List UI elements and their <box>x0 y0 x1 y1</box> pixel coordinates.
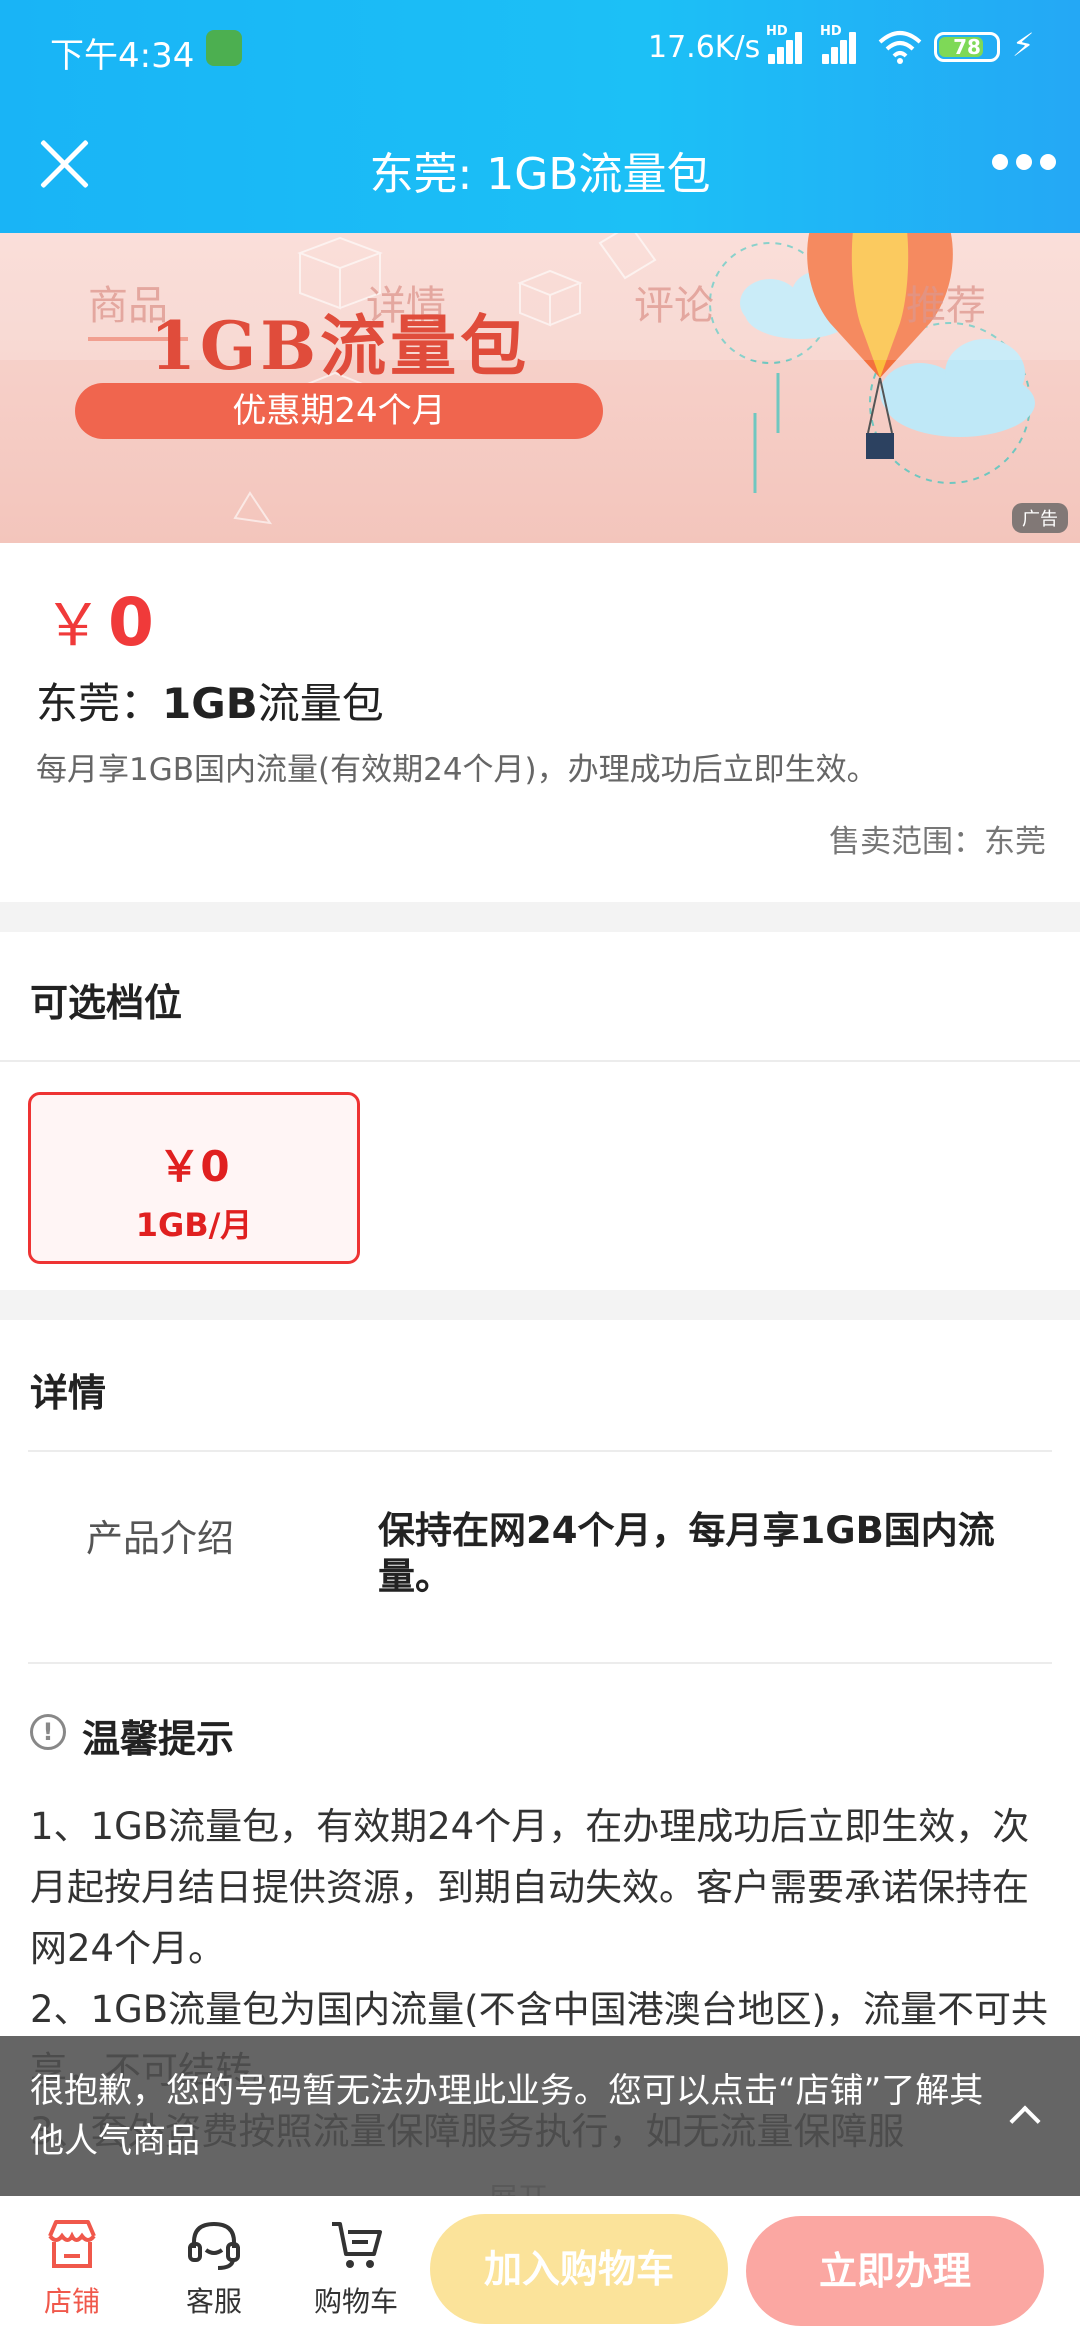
cart-label: 购物车 <box>313 2285 398 2318</box>
store-label: 店铺 <box>43 2285 100 2318</box>
customer-service-label: 客服 <box>185 2285 242 2318</box>
bottom-action-bar: 店铺 客服 购物车 加入购物车 立即办理 <box>0 2196 1080 2340</box>
store-icon <box>48 2220 96 2268</box>
store-button[interactable]: 店铺 <box>12 2214 132 2320</box>
product-name: 东莞：1GB流量包 <box>36 670 384 731</box>
info-icon: ! <box>30 1714 66 1750</box>
product-name-prefix: 东莞： <box>36 679 163 728</box>
buy-now-button[interactable]: 立即办理 <box>746 2216 1044 2326</box>
toast-message: 很抱歉，您的号码暂无法办理此业务。您可以点击“店铺”了解其他人气商品 <box>0 2036 1080 2196</box>
product-banner: 商品 详情 评论 推荐 1GB流量包 优惠期24个月 广告 <box>0 233 1080 543</box>
headset-icon <box>188 2221 240 2270</box>
currency-symbol: ￥ <box>44 591 103 659</box>
intro-label: 产品介绍 <box>86 1517 234 1560</box>
tier-spec: 1GB/月 <box>135 1206 253 1244</box>
toast-text: 很抱歉，您的号码暂无法办理此业务。您可以点击“店铺”了解其他人气商品 <box>30 2071 984 2161</box>
tiers-title: 可选档位 <box>30 981 183 1025</box>
tips-title: 温馨提示 <box>82 1717 235 1761</box>
intro-text: 保持在网24个月，每月享1GB国内流量。 <box>378 1509 995 1598</box>
notification-app-icon <box>206 30 242 66</box>
add-to-cart-button[interactable]: 加入购物车 <box>430 2214 728 2324</box>
ad-badge: 广告 <box>1012 503 1068 533</box>
divider <box>28 1662 1052 1664</box>
signal-icon-2: HD <box>820 24 860 64</box>
product-name-suffix: 流量包 <box>257 679 384 728</box>
tab-recommend[interactable]: 推荐 <box>906 273 986 331</box>
page: 下午4:34 17.6K/s HD HD 78 ⚡ 东莞: 1GB流量包 商品 … <box>0 0 1080 2340</box>
divider-band <box>0 902 1080 932</box>
customer-service-button[interactable]: 客服 <box>154 2214 274 2320</box>
close-icon[interactable] <box>36 136 92 192</box>
sale-range: 售卖范围：东莞 <box>829 824 1046 860</box>
cart-button[interactable]: 购物车 <box>296 2214 416 2320</box>
product-price: ￥0 <box>44 578 154 662</box>
hd-badge-2: HD <box>820 24 842 39</box>
tab-reviews[interactable]: 评论 <box>634 273 714 331</box>
status-bar: 下午4:34 17.6K/s HD HD 78 ⚡ <box>0 0 1080 96</box>
divider <box>28 1450 1052 1452</box>
more-icon[interactable] <box>992 152 1056 172</box>
status-time: 下午4:34 <box>50 36 195 76</box>
tier-price: ￥0 <box>158 1142 230 1191</box>
product-name-bold: 1GB <box>162 679 258 728</box>
divider-band <box>0 1290 1080 1320</box>
page-title: 东莞: 1GB流量包 <box>369 149 711 200</box>
header: 下午4:34 17.6K/s HD HD 78 ⚡ 东莞: 1GB流量包 <box>0 0 1080 233</box>
product-description: 每月享1GB国内流量(有效期24个月)，办理成功后立即生效。 <box>36 752 878 788</box>
battery-value: 78 <box>953 35 981 59</box>
wifi-icon <box>878 31 922 64</box>
network-speed: 17.6K/s <box>648 30 761 65</box>
battery-icon: 78 <box>934 32 1000 62</box>
cart-icon <box>332 2222 382 2268</box>
price-value: 0 <box>108 584 154 661</box>
tier-option[interactable]: ￥0 1GB/月 <box>28 1092 360 1264</box>
details-title: 详情 <box>30 1371 107 1415</box>
hd-badge: HD <box>766 24 788 39</box>
divider <box>0 1060 1080 1062</box>
signal-icon: HD <box>766 24 806 64</box>
banner-promo-pill: 优惠期24个月 <box>75 383 603 439</box>
chevron-up-icon[interactable] <box>1009 2105 1041 2137</box>
charging-icon: ⚡ <box>1012 26 1035 64</box>
banner-title: 1GB流量包 <box>150 307 531 385</box>
